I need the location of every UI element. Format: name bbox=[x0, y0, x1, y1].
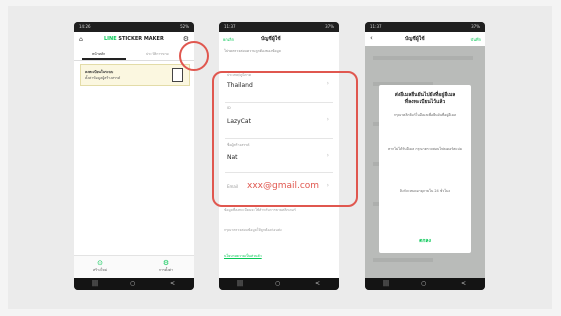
tab-sales-history[interactable]: ประวัติการขาย bbox=[146, 51, 169, 57]
account-screen-dimmed: ‹ บัญชีผู้ใช้ บันทึก ส่งอีเมลยืนยันไปยัง… bbox=[365, 32, 485, 278]
dialog-title: ส่งอีเมลยืนยันไปยังที่อยู่อีเมล ที่ลงทะเ… bbox=[383, 92, 467, 106]
phone-home-screen: 14:26 52% ⌂ LINE STICKER MAKER ⚙ หน้าหลั… bbox=[74, 22, 194, 290]
status-battery: 52% bbox=[180, 24, 189, 29]
form-note: โปรดตรวจสอบความถูกต้องของข้อมูล bbox=[224, 49, 281, 53]
settings-label: การตั้งค่า bbox=[158, 268, 174, 272]
create-new-button[interactable]: ⊙ สร้างใหม่ bbox=[80, 259, 120, 273]
status-bar: 11:37 37% bbox=[365, 22, 485, 32]
creator-registration-banner[interactable]: ลงทะเบียนในระบบ ตั้งค่าข้อมูลผู้สร้างสรร… bbox=[80, 64, 190, 86]
phone-confirmation-dialog: 11:37 37% ‹ บัญชีผู้ใช้ บันทึก ส่งอีเมลย… bbox=[365, 22, 485, 290]
nav-home-icon[interactable]: ○ bbox=[275, 280, 280, 287]
app-title-suffix: STICKER MAKER bbox=[118, 36, 164, 42]
create-new-label: สร้างใหม่ bbox=[92, 268, 107, 272]
tab-bar: หน้าหลัก ประวัติการขาย bbox=[74, 48, 194, 61]
email-confirmation-dialog: ส่งอีเมลยืนยันไปยังที่อยู่อีเมล ที่ลงทะเ… bbox=[379, 85, 471, 253]
cancel-button[interactable]: ยกเลิก bbox=[223, 36, 234, 43]
privacy-policy-link[interactable]: นโยบายความเป็นส่วนตัว bbox=[224, 254, 262, 258]
status-bar: 14:26 52% bbox=[74, 22, 194, 32]
status-time: 11:37 bbox=[224, 24, 236, 29]
bottom-action-bar: ⊙ สร้างใหม่ ⚙ การตั้งค่า bbox=[74, 255, 194, 278]
status-bar: 11:37 37% bbox=[219, 22, 339, 32]
info-paragraph-1: ข้อมูลที่ลงทะเบียนจะใช้สำหรับการขายสติกเ… bbox=[224, 208, 296, 212]
document-icon bbox=[172, 68, 183, 82]
dialog-body-2: หากไม่ได้รับอีเมล กรุณาตรวจสอบโฟลเดอร์สแ… bbox=[387, 147, 463, 151]
ok-button[interactable]: ตกลง bbox=[379, 237, 471, 245]
app-title-prefix: LINE bbox=[104, 36, 117, 42]
back-arrow-icon[interactable]: ‹ bbox=[370, 34, 373, 42]
android-nav-bar: ||| ○ < bbox=[365, 278, 485, 290]
banner-line-2: ตั้งค่าข้อมูลผู้สร้างสรรค์ bbox=[85, 76, 121, 80]
home-icon[interactable]: ⌂ bbox=[79, 36, 83, 43]
page-title: บัญชีผู้ใช้ bbox=[405, 36, 425, 42]
dialog-body-1: กรุณาคลิกลิงก์ในอีเมลเพื่อยืนยันที่อยู่อ… bbox=[393, 113, 457, 117]
nav-back-icon[interactable]: < bbox=[170, 280, 175, 287]
recent-apps-icon[interactable]: ||| bbox=[383, 280, 389, 287]
account-header: ยกเลิก บัญชีผู้ใช้ bbox=[219, 32, 339, 46]
app-screen: ⌂ LINE STICKER MAKER ⚙ หน้าหลัก ประวัติก… bbox=[74, 32, 194, 278]
save-button[interactable]: บันทึก bbox=[471, 36, 481, 43]
nav-back-icon[interactable]: < bbox=[461, 280, 466, 287]
status-time: 14:26 bbox=[79, 24, 91, 29]
privacy-link-row: นโยบายความเป็นส่วนตัว bbox=[224, 254, 334, 259]
page-title: บัญชีผู้ใช้ bbox=[261, 36, 281, 42]
settings-icon: ⚙ bbox=[162, 259, 170, 267]
status-battery: 37% bbox=[471, 24, 480, 29]
status-battery: 37% bbox=[325, 24, 334, 29]
status-time: 11:37 bbox=[370, 24, 382, 29]
nav-home-icon[interactable]: ○ bbox=[421, 280, 426, 287]
app-header: ⌂ LINE STICKER MAKER ⚙ bbox=[74, 32, 194, 48]
tab-home[interactable]: หน้าหลัก bbox=[92, 51, 105, 57]
active-tab-indicator bbox=[82, 58, 126, 60]
gear-highlight-circle bbox=[179, 41, 209, 71]
nav-back-icon[interactable]: < bbox=[315, 280, 320, 287]
account-header: ‹ บัญชีผู้ใช้ บันทึก bbox=[365, 32, 485, 46]
account-fields-highlight-box bbox=[212, 71, 358, 207]
settings-button[interactable]: ⚙ การตั้งค่า bbox=[146, 259, 186, 273]
create-icon: ⊙ bbox=[97, 259, 103, 267]
dialog-title-line-1: ส่งอีเมลยืนยันไปยังที่อยู่อีเมล bbox=[394, 92, 456, 98]
recent-apps-icon[interactable]: ||| bbox=[237, 280, 243, 287]
dialog-title-line-2: ที่ลงทะเบียนไว้แล้ว bbox=[404, 99, 446, 105]
app-title: LINE STICKER MAKER bbox=[104, 36, 164, 42]
recent-apps-icon[interactable]: ||| bbox=[92, 280, 98, 287]
nav-home-icon[interactable]: ○ bbox=[130, 280, 135, 287]
android-nav-bar: ||| ○ < bbox=[74, 278, 194, 290]
android-nav-bar: ||| ○ < bbox=[219, 278, 339, 290]
dialog-body-3: ลิงก์จะหมดอายุภายใน 24 ชั่วโมง bbox=[399, 189, 451, 193]
info-paragraph-2: กรุณาตรวจสอบข้อมูลให้ถูกต้องก่อนส่ง bbox=[224, 228, 282, 232]
